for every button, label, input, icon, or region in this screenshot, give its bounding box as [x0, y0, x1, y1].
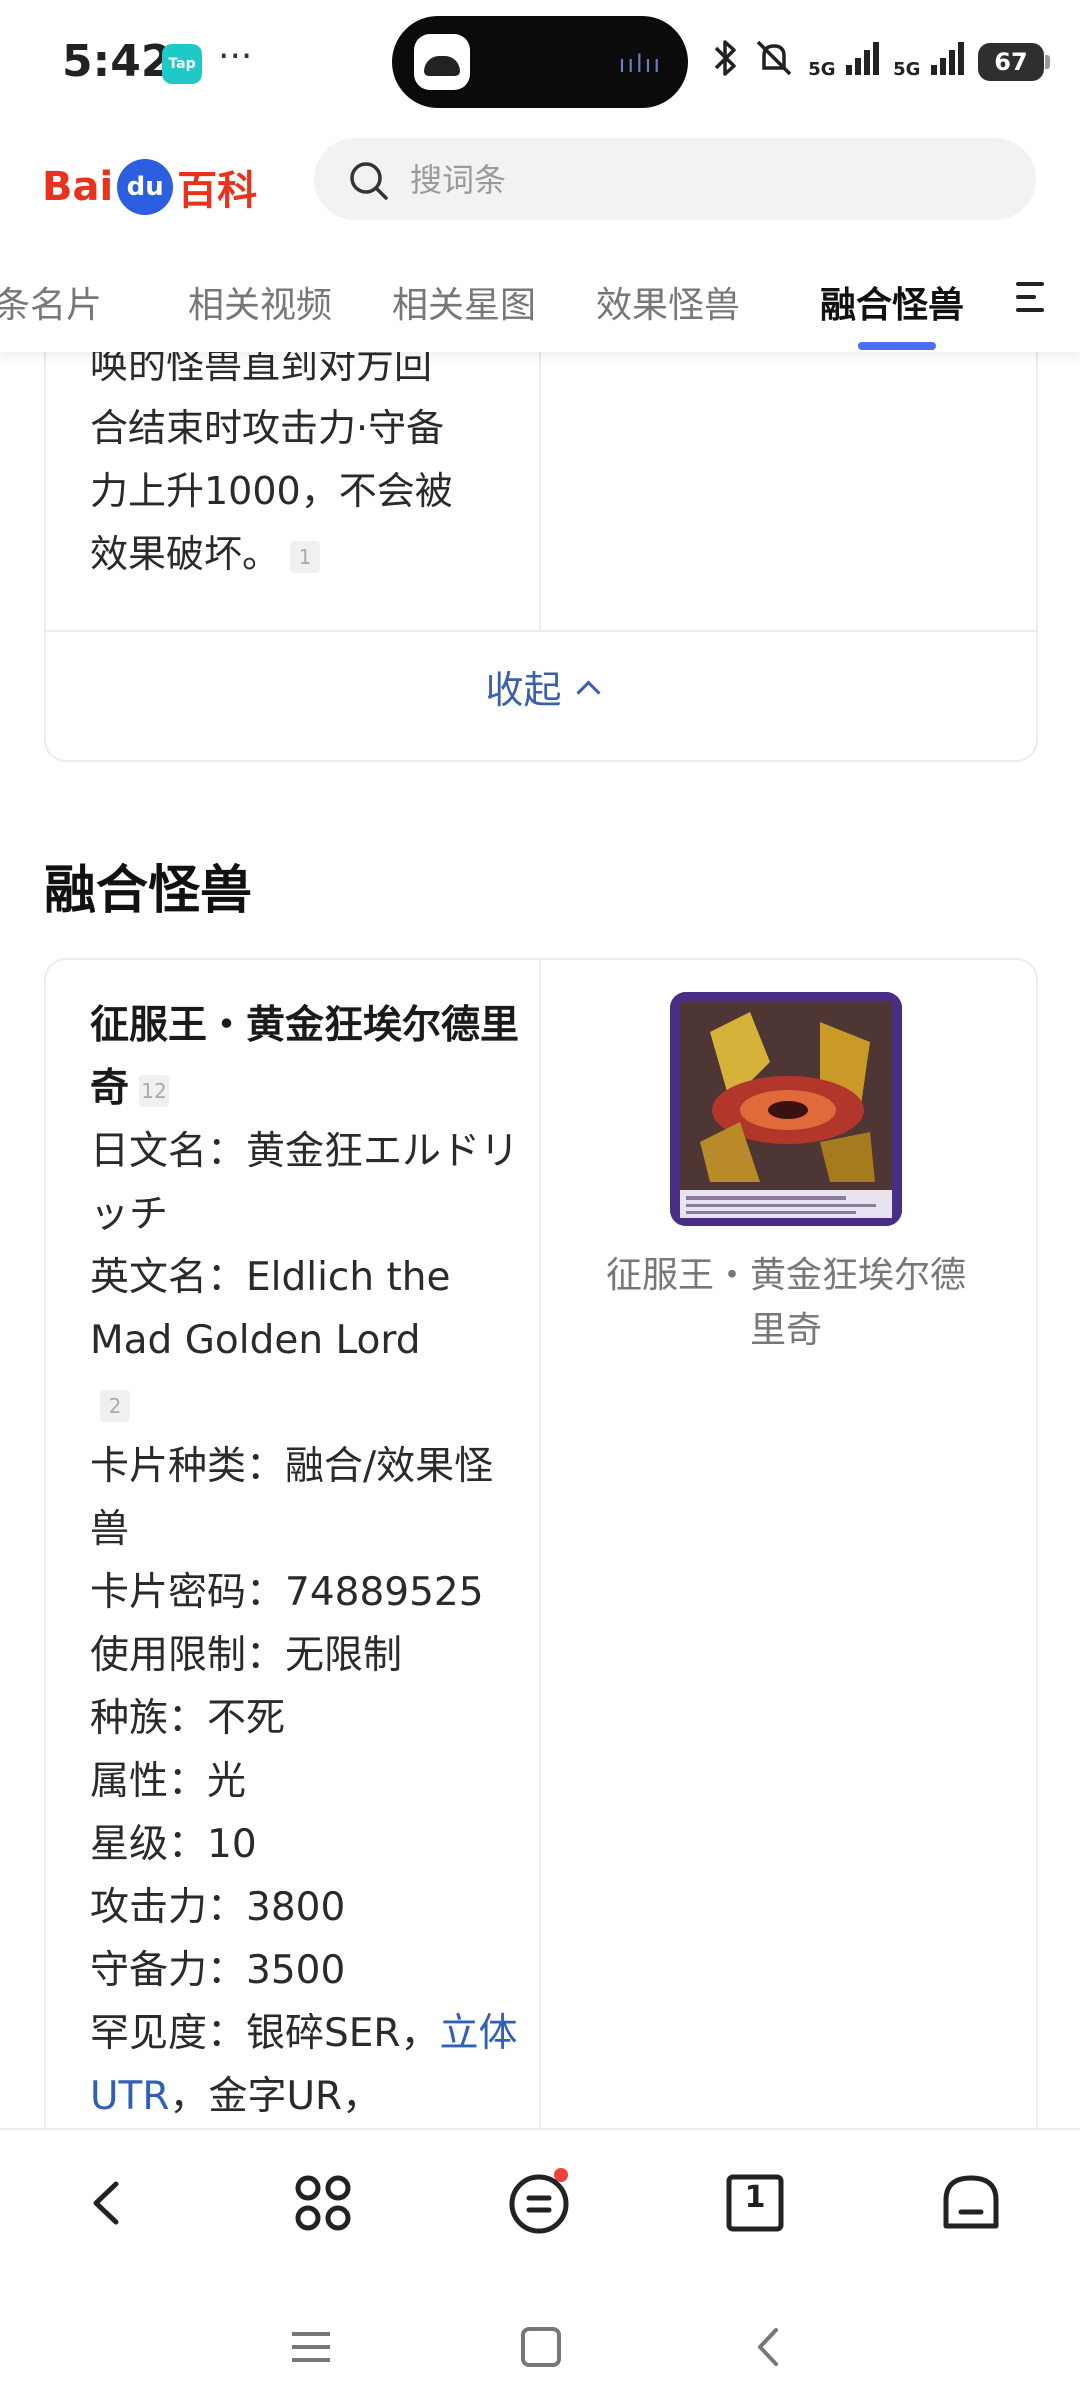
tabs-icon[interactable]: 1	[720, 2168, 790, 2238]
bottom-toolbar: 1	[0, 2128, 1080, 2403]
tab-related-stars[interactable]: 相关星图	[392, 276, 536, 328]
card-type: 卡片种类：融合/效果怪兽	[90, 1444, 494, 1552]
notification-dot	[554, 2168, 568, 2182]
chevron-up-icon	[575, 680, 601, 705]
signal-icon-1: 5G	[808, 41, 880, 83]
attack: 攻击力：3800	[90, 1885, 346, 1930]
messages-icon[interactable]	[504, 2168, 574, 2238]
usage-limit: 使用限制：无限制	[90, 1633, 403, 1678]
home-icon[interactable]	[936, 2168, 1006, 2238]
level: 星级：10	[90, 1822, 257, 1867]
active-tab-indicator	[858, 342, 936, 350]
signal-icon-2: 5G	[893, 41, 964, 83]
tap-app-icon: Tap	[162, 44, 202, 84]
back-icon[interactable]	[72, 2168, 142, 2238]
reference-marker[interactable]: 1	[290, 540, 321, 573]
section-tabs: 词条名片 相关视频 相关星图 效果怪兽 融合怪兽	[0, 250, 1080, 352]
japanese-name: 日文名：黄金狂エルドリッチ	[90, 1129, 520, 1237]
card-image[interactable]	[670, 992, 902, 1226]
mute-icon	[754, 38, 794, 86]
search-input[interactable]	[408, 156, 972, 204]
tab-effect-monsters[interactable]: 效果怪兽	[596, 276, 740, 328]
fusion-monster-card: 征服王・黄金狂埃尔德里奇 12 日文名：黄金狂エルドリッチ 英文名：Eldlich…	[44, 958, 1038, 2262]
tab-fusion-monsters[interactable]: 融合怪兽	[820, 276, 964, 328]
column-divider	[539, 340, 541, 630]
paw-logo-icon: du	[117, 159, 174, 215]
more-notifications-icon: ···	[218, 36, 253, 77]
card-password: 卡片密码：74889525	[90, 1570, 484, 1615]
column-divider	[539, 960, 541, 2260]
effect-monster-card: 唤的怪兽直到对方回 合结束时攻击力·守备 力上升1000，不会被 效果破坏。 1 …	[44, 340, 1038, 762]
island-app-icon	[414, 34, 470, 90]
recent-apps-icon[interactable]	[286, 2322, 336, 2372]
reference-marker[interactable]: 12	[139, 1074, 170, 1107]
rarity: 罕见度：银碎SER，立体UTR，金字UR，	[90, 2011, 518, 2119]
search-bar[interactable]	[314, 138, 1036, 220]
reference-marker[interactable]: 2	[100, 1389, 130, 1422]
battery-icon: 67	[978, 43, 1050, 81]
dynamic-island[interactable]: ıılıı	[392, 16, 688, 108]
system-back-icon[interactable]	[744, 2322, 794, 2372]
status-time: 5:42	[62, 36, 172, 87]
system-nav-bar	[0, 2300, 1080, 2400]
home-square-icon[interactable]	[516, 2322, 566, 2372]
status-bar: 5:42 Tap ··· ıılıı 5G 5G 67	[0, 0, 1080, 128]
english-name: 英文名：Eldlich the Mad Golden Lord	[90, 1255, 451, 1363]
collapse-button[interactable]: 收起	[46, 640, 1036, 740]
card-info: 征服王・黄金狂埃尔德里奇 12 日文名：黄金狂エルドリッチ 英文名：Eldlich…	[90, 994, 530, 2128]
row-divider	[46, 630, 1036, 632]
section-title: 融合怪兽	[44, 861, 253, 921]
card-description: 唤的怪兽直到对方回 合结束时攻击力·守备 力上升1000，不会被 效果破坏。 1	[90, 343, 453, 576]
tab-related-videos[interactable]: 相关视频	[188, 276, 332, 328]
image-caption[interactable]: 征服王・黄金狂埃尔德里奇	[606, 1248, 966, 1358]
tab-entry-card[interactable]: 词条名片	[0, 276, 102, 328]
bluetooth-icon	[712, 38, 740, 86]
defense: 守备力：3500	[90, 1948, 346, 1993]
audio-wave-icon: ıılıı	[618, 50, 662, 78]
app-header: Bai du 百科	[0, 128, 1080, 246]
menu-icon[interactable]	[1016, 282, 1050, 321]
status-icons: 5G 5G 67	[712, 36, 1050, 88]
attribute: 属性：光	[90, 1759, 247, 1804]
apps-icon[interactable]	[288, 2168, 358, 2238]
search-icon	[348, 160, 390, 206]
baidu-baike-logo[interactable]: Bai du 百科	[42, 142, 257, 232]
race: 种族：不死	[90, 1696, 286, 1741]
